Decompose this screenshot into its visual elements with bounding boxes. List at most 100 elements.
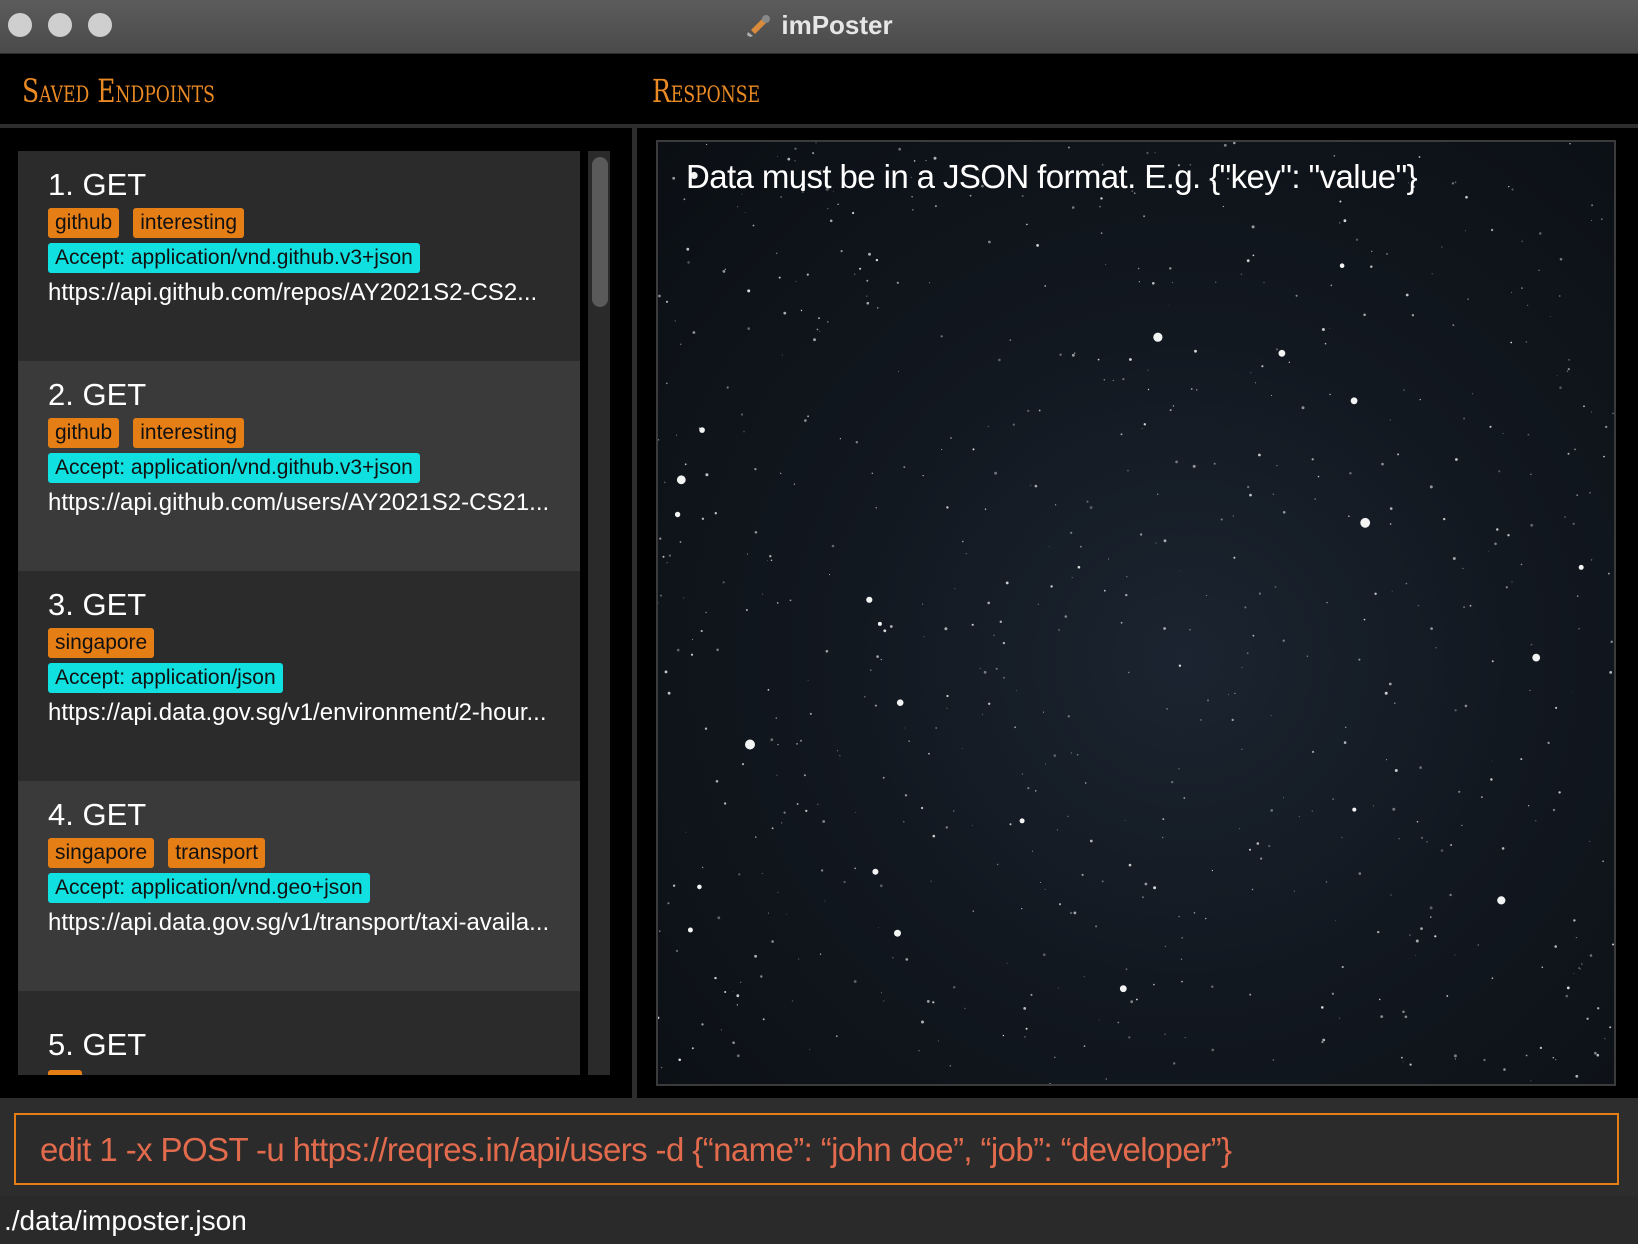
endpoint-card[interactable]: 5. GET — [18, 991, 580, 1075]
star — [791, 1000, 793, 1002]
star — [1405, 582, 1408, 585]
tag-badge: singapore — [48, 628, 155, 658]
command-input[interactable]: edit 1 -x POST -u https://reqres.in/api/… — [14, 1113, 1619, 1185]
star — [1282, 639, 1285, 642]
star — [664, 670, 668, 674]
star — [1454, 709, 1457, 712]
star — [776, 774, 778, 776]
star — [1034, 484, 1038, 488]
star — [937, 1040, 939, 1042]
star — [988, 702, 991, 705]
star — [1339, 222, 1341, 224]
star — [1464, 704, 1468, 708]
star — [1178, 570, 1180, 572]
command-text[interactable]: edit 1 -x POST -u https://reqres.in/api/… — [40, 1131, 1232, 1169]
star — [800, 739, 802, 742]
star — [1070, 752, 1072, 754]
star — [1398, 838, 1400, 840]
star — [1530, 643, 1533, 646]
star — [1429, 485, 1433, 489]
header-badge: Accept: application/vnd.geo+json — [48, 873, 370, 903]
star — [658, 439, 660, 441]
star — [1597, 1007, 1600, 1010]
star — [1251, 888, 1254, 891]
star — [1254, 382, 1257, 384]
star — [866, 596, 873, 603]
star — [831, 544, 835, 548]
star — [796, 743, 798, 745]
star — [1465, 195, 1468, 199]
star — [1574, 448, 1576, 451]
tag-badge: interesting — [133, 208, 245, 238]
star — [747, 289, 751, 293]
star — [1527, 304, 1529, 306]
star — [1572, 522, 1575, 525]
star — [672, 884, 676, 887]
star — [1343, 219, 1347, 223]
star — [1223, 143, 1227, 147]
endpoint-card[interactable]: 3. GET singapore Accept: application/jso… — [18, 571, 580, 781]
star — [658, 294, 661, 298]
star — [1103, 589, 1106, 592]
star — [722, 270, 726, 273]
panel-divider[interactable] — [632, 128, 637, 1098]
star — [747, 553, 748, 555]
endpoint-list-scrollbar[interactable] — [588, 151, 610, 1075]
star — [1153, 886, 1157, 890]
star — [1491, 660, 1494, 663]
star — [949, 1065, 951, 1067]
star — [1489, 425, 1492, 428]
endpoint-card[interactable]: 4. GET singapore transport Accept: appli… — [18, 781, 580, 991]
star — [741, 763, 745, 766]
star — [1501, 847, 1505, 850]
star — [740, 413, 744, 416]
star — [1205, 595, 1207, 596]
endpoint-list[interactable]: 1. GET github interesting Accept: applic… — [18, 151, 580, 1075]
endpoint-card[interactable]: 1. GET github interesting Accept: applic… — [18, 151, 580, 361]
star — [785, 914, 787, 915]
star — [883, 629, 887, 633]
star — [762, 1018, 765, 1021]
star — [783, 811, 786, 814]
star — [1147, 388, 1150, 391]
star — [1332, 798, 1335, 801]
star — [843, 880, 846, 884]
star — [1430, 916, 1432, 918]
star — [1105, 1078, 1107, 1080]
star — [1370, 265, 1373, 268]
star — [1405, 293, 1409, 297]
scrollbar-thumb[interactable] — [592, 157, 608, 307]
header-badge: Accept: application/json — [48, 663, 283, 693]
star — [1418, 156, 1421, 158]
star — [898, 147, 902, 151]
endpoint-card[interactable]: 2. GET github interesting Accept: applic… — [18, 361, 580, 571]
star — [894, 929, 901, 937]
star — [1241, 666, 1243, 669]
star — [875, 258, 879, 262]
star — [668, 554, 671, 557]
star — [1144, 882, 1148, 886]
star — [1193, 912, 1196, 914]
star — [868, 252, 871, 256]
star — [1153, 332, 1163, 342]
star — [1295, 294, 1298, 297]
star — [881, 992, 882, 994]
star — [674, 511, 681, 518]
endpoint-tags: github interesting — [48, 418, 245, 448]
star — [1420, 836, 1424, 840]
star — [964, 1007, 966, 1010]
star — [1244, 606, 1247, 609]
star — [904, 727, 905, 729]
star — [999, 620, 1002, 623]
star — [1246, 259, 1250, 263]
star — [1503, 1068, 1506, 1071]
response-panel[interactable]: Data must be in a JSON format. E.g. {"ke… — [656, 140, 1616, 1086]
star — [1249, 493, 1252, 497]
star — [1386, 253, 1388, 255]
star — [923, 636, 925, 638]
star — [1086, 500, 1089, 503]
star — [903, 821, 905, 823]
star — [1021, 773, 1023, 775]
star — [1453, 1054, 1457, 1058]
star — [1057, 987, 1059, 989]
